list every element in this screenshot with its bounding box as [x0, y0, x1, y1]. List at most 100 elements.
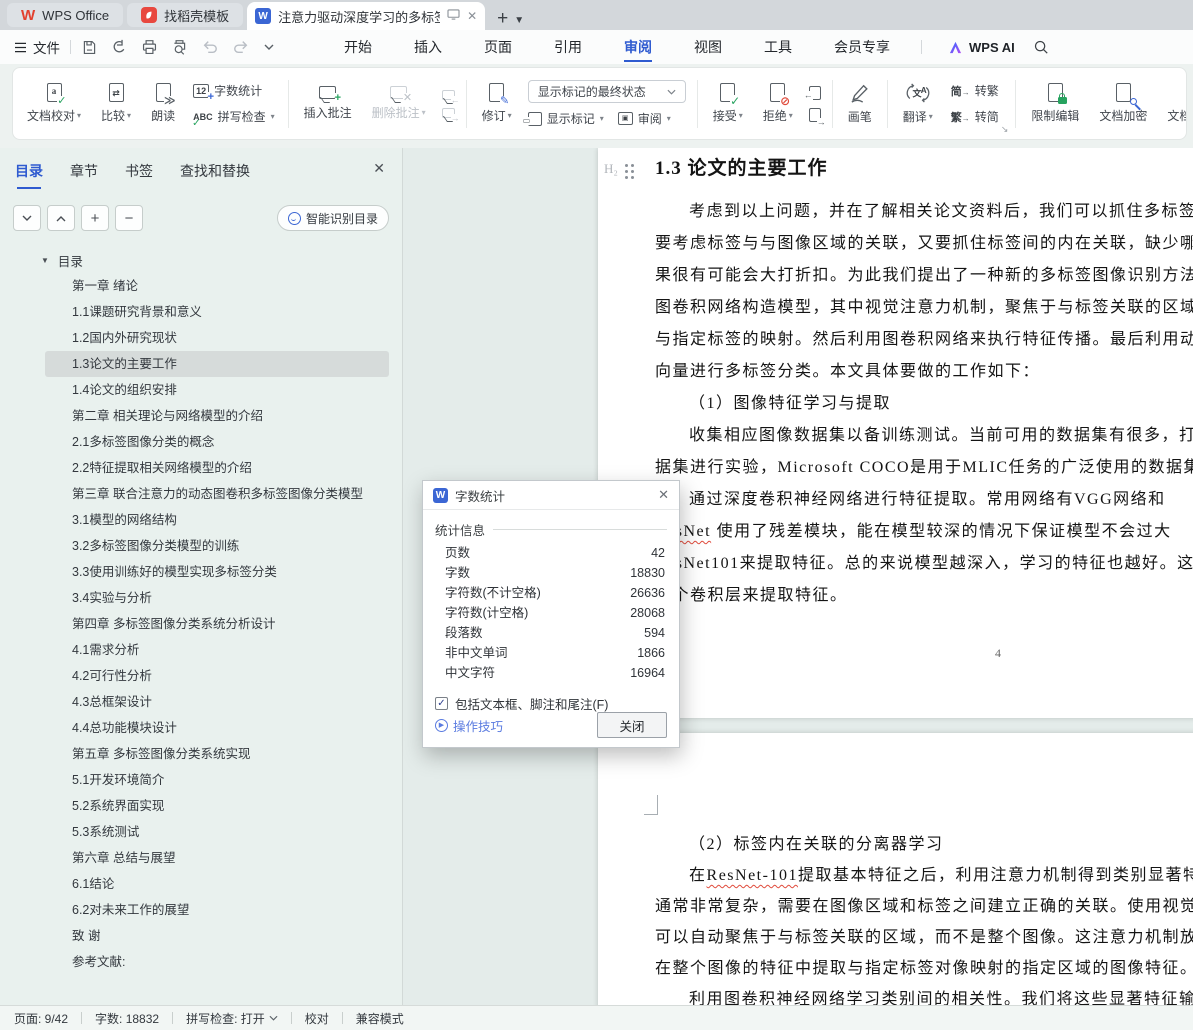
search-icon[interactable] — [1033, 39, 1049, 55]
toc-item[interactable]: 第一章 绪论 — [45, 273, 389, 299]
toc-item[interactable]: 5.1开发环境简介 — [45, 767, 389, 793]
translate-button[interactable]: 文 A 翻译 ▾ — [893, 82, 943, 125]
sidebar-tab[interactable]: 查找和替换 — [180, 161, 250, 189]
dialog-titlebar[interactable]: W 字数统计 ✕ — [423, 481, 679, 510]
new-tab-button[interactable]: + — [497, 9, 508, 28]
insert-comment-button[interactable]: + 插入批注 — [294, 86, 362, 121]
proofing-button[interactable]: 校对 — [305, 1010, 329, 1027]
ribbon-tab[interactable]: 审阅 — [603, 30, 673, 64]
group-dialog-launcher-icon[interactable]: ↘ — [1001, 124, 1009, 135]
to-simplified-button[interactable]: 繁→ 转简 — [951, 108, 999, 125]
share-screen-icon[interactable] — [447, 9, 460, 23]
export-icon[interactable] — [111, 39, 128, 56]
word-count-indicator[interactable]: 字数: 18832 — [95, 1010, 159, 1027]
drag-handle-icon[interactable] — [624, 164, 628, 167]
zoom-out-toc-button[interactable]: − — [115, 205, 143, 231]
sidebar-tab[interactable]: 目录 — [15, 161, 43, 189]
toc-item[interactable]: 5.2系统界面实现 — [45, 793, 389, 819]
compare-button[interactable]: ⇄ 比较 ▾ — [91, 83, 141, 124]
doc-proofing-button[interactable]: a ✓ 文档校对 ▾ — [17, 83, 91, 124]
toc-item[interactable]: 参考文献: — [45, 949, 389, 975]
ribbon-tab[interactable]: 引用 — [533, 30, 603, 64]
accept-change-button[interactable]: ✓ 接受 ▾ — [703, 83, 753, 124]
wps-ai-button[interactable]: WPS AI — [948, 40, 1015, 55]
toc-item[interactable]: 6.1结论 — [45, 871, 389, 897]
toc-item[interactable]: 2.2特征提取相关网络模型的介绍 — [45, 455, 389, 481]
ribbon-tab[interactable]: 插入 — [393, 30, 463, 64]
document-page-4[interactable]: H₂ 1.3 论文的主要工作 考虑到以上问题，并在了解相关论文资料后，我们可以抓… — [598, 148, 1193, 718]
toc-root[interactable]: ▼ 目录 — [0, 247, 402, 273]
show-markup-button[interactable]: ▭ 显示标记 ▾ — [522, 110, 604, 127]
toc-item[interactable]: 5.3系统测试 — [45, 819, 389, 845]
heading-level-marker[interactable]: H₂ — [604, 161, 628, 177]
toc-item[interactable]: 4.2可行性分析 — [45, 663, 389, 689]
ribbon-tab[interactable]: 视图 — [673, 30, 743, 64]
toc-item[interactable]: 第五章 多标签图像分类系统实现 — [45, 741, 389, 767]
word-count-button[interactable]: 12 + 字数统计 — [193, 82, 275, 103]
close-dialog-icon[interactable]: ✕ — [658, 487, 669, 503]
close-tab-icon[interactable]: ✕ — [467, 9, 477, 23]
to-traditional-button[interactable]: 简→ 转繁 — [951, 82, 999, 99]
ribbon-tab[interactable]: 会员专享 — [813, 30, 911, 64]
include-textboxes-checkbox[interactable]: ✓ 包括文本框、脚注和尾注(F) — [435, 694, 667, 713]
collapse-all-button[interactable] — [47, 205, 75, 231]
toc-item[interactable]: 2.1多标签图像分类的概念 — [45, 429, 389, 455]
toc-item[interactable]: 3.2多标签图像分类模型的训练 — [45, 533, 389, 559]
previous-change-icon[interactable]: ← — [803, 85, 821, 100]
tips-link[interactable]: ▶ 操作技巧 — [435, 716, 503, 735]
toc-item[interactable]: 4.4总功能模块设计 — [45, 715, 389, 741]
file-menu-button[interactable]: 文件 — [14, 37, 60, 57]
toc-item[interactable]: 第二章 相关理论与网络模型的介绍 — [45, 403, 389, 429]
save-icon[interactable] — [81, 39, 98, 56]
close-sidebar-icon[interactable]: ✕ — [373, 160, 385, 177]
next-change-icon[interactable]: → — [808, 107, 826, 127]
sidebar-tab[interactable]: 章节 — [70, 161, 98, 189]
toc-item[interactable]: 1.4论文的组织安排 — [45, 377, 389, 403]
tab-docer-templates[interactable]: 找稻壳模板 — [127, 3, 244, 27]
zoom-in-toc-button[interactable]: + — [81, 205, 109, 231]
toc-item[interactable]: 第六章 总结与展望 — [45, 845, 389, 871]
toc-item[interactable]: 1.1课题研究背景和意义 — [45, 299, 389, 325]
tab-list-chevron-icon[interactable]: ▼ — [514, 15, 524, 26]
encrypt-document-button[interactable]: 文档加密 — [1089, 83, 1157, 124]
toc-item[interactable]: 4.1需求分析 — [45, 637, 389, 663]
toc-item[interactable]: 1.2国内外研究现状 — [45, 325, 389, 351]
toc-item[interactable]: 3.4实验与分析 — [45, 585, 389, 611]
ribbon-tab[interactable]: 页面 — [463, 30, 533, 64]
delete-comment-button[interactable]: ✕ 删除批注 ▾ — [362, 86, 436, 121]
ribbon-tab[interactable]: 开始 — [323, 30, 393, 64]
collapse-triangle-icon[interactable]: ▼ — [41, 256, 49, 265]
reject-change-button[interactable]: ⊘ 拒绝 ▾ — [753, 83, 803, 124]
compatibility-mode-badge[interactable]: 兼容模式 — [356, 1010, 404, 1027]
undo-icon[interactable] — [201, 39, 219, 55]
print-preview-icon[interactable] — [171, 39, 188, 56]
previous-comment-icon[interactable]: ← — [441, 89, 460, 105]
sidebar-tab[interactable]: 书签 — [125, 161, 153, 189]
toc-item[interactable]: 3.1模型的网络结构 — [45, 507, 389, 533]
print-icon[interactable] — [141, 39, 158, 56]
toc-item[interactable]: 1.3论文的主要工作 — [45, 351, 389, 377]
track-changes-button[interactable]: ✎ 修订 ▾ — [472, 83, 522, 124]
document-page-5[interactable]: （2）标签内在关联的分离器学习 在ResNet-101提取基本特征之后，利用注意力… — [598, 733, 1193, 1005]
next-comment-icon[interactable]: → — [441, 107, 460, 123]
page-indicator[interactable]: 页面: 9/42 — [14, 1010, 68, 1027]
toc-item[interactable]: 致 谢 — [45, 923, 389, 949]
ribbon-tab[interactable]: 工具 — [743, 30, 813, 64]
tab-wps-home[interactable]: W WPS Office — [7, 3, 124, 27]
read-aloud-button[interactable]: ≫ 朗读 — [141, 83, 185, 124]
toc-item[interactable]: 6.2对未来工作的展望 — [45, 897, 389, 923]
restrict-editing-button[interactable]: 限制编辑 — [1021, 83, 1089, 124]
pen-button[interactable]: 画笔 — [838, 83, 882, 125]
redo-icon[interactable] — [232, 39, 250, 55]
toc-item[interactable]: 3.3使用训练好的模型实现多标签分类 — [45, 559, 389, 585]
review-pane-button[interactable]: ▣ 审阅 ▾ — [617, 110, 671, 127]
toc-item[interactable]: 第四章 多标签图像分类系统分析设计 — [45, 611, 389, 637]
smart-toc-button[interactable]: 智能识别目录 — [276, 205, 389, 231]
quickbar-chevron-icon[interactable] — [263, 43, 275, 51]
toc-item[interactable]: 第三章 联合注意力的动态图卷积多标签图像分类模型 — [45, 481, 389, 507]
spell-check-button[interactable]: ABC ✓ 拼写检查 ▾ — [192, 108, 275, 129]
markup-state-dropdown[interactable]: 显示标记的最终状态 — [527, 80, 686, 103]
spellcheck-toggle[interactable]: 拼写检查: 打开 — [186, 1010, 278, 1027]
tab-document[interactable]: W 注意力驱动深度学习的多标签图 ✕ — [247, 2, 486, 30]
expand-all-button[interactable] — [13, 205, 41, 231]
